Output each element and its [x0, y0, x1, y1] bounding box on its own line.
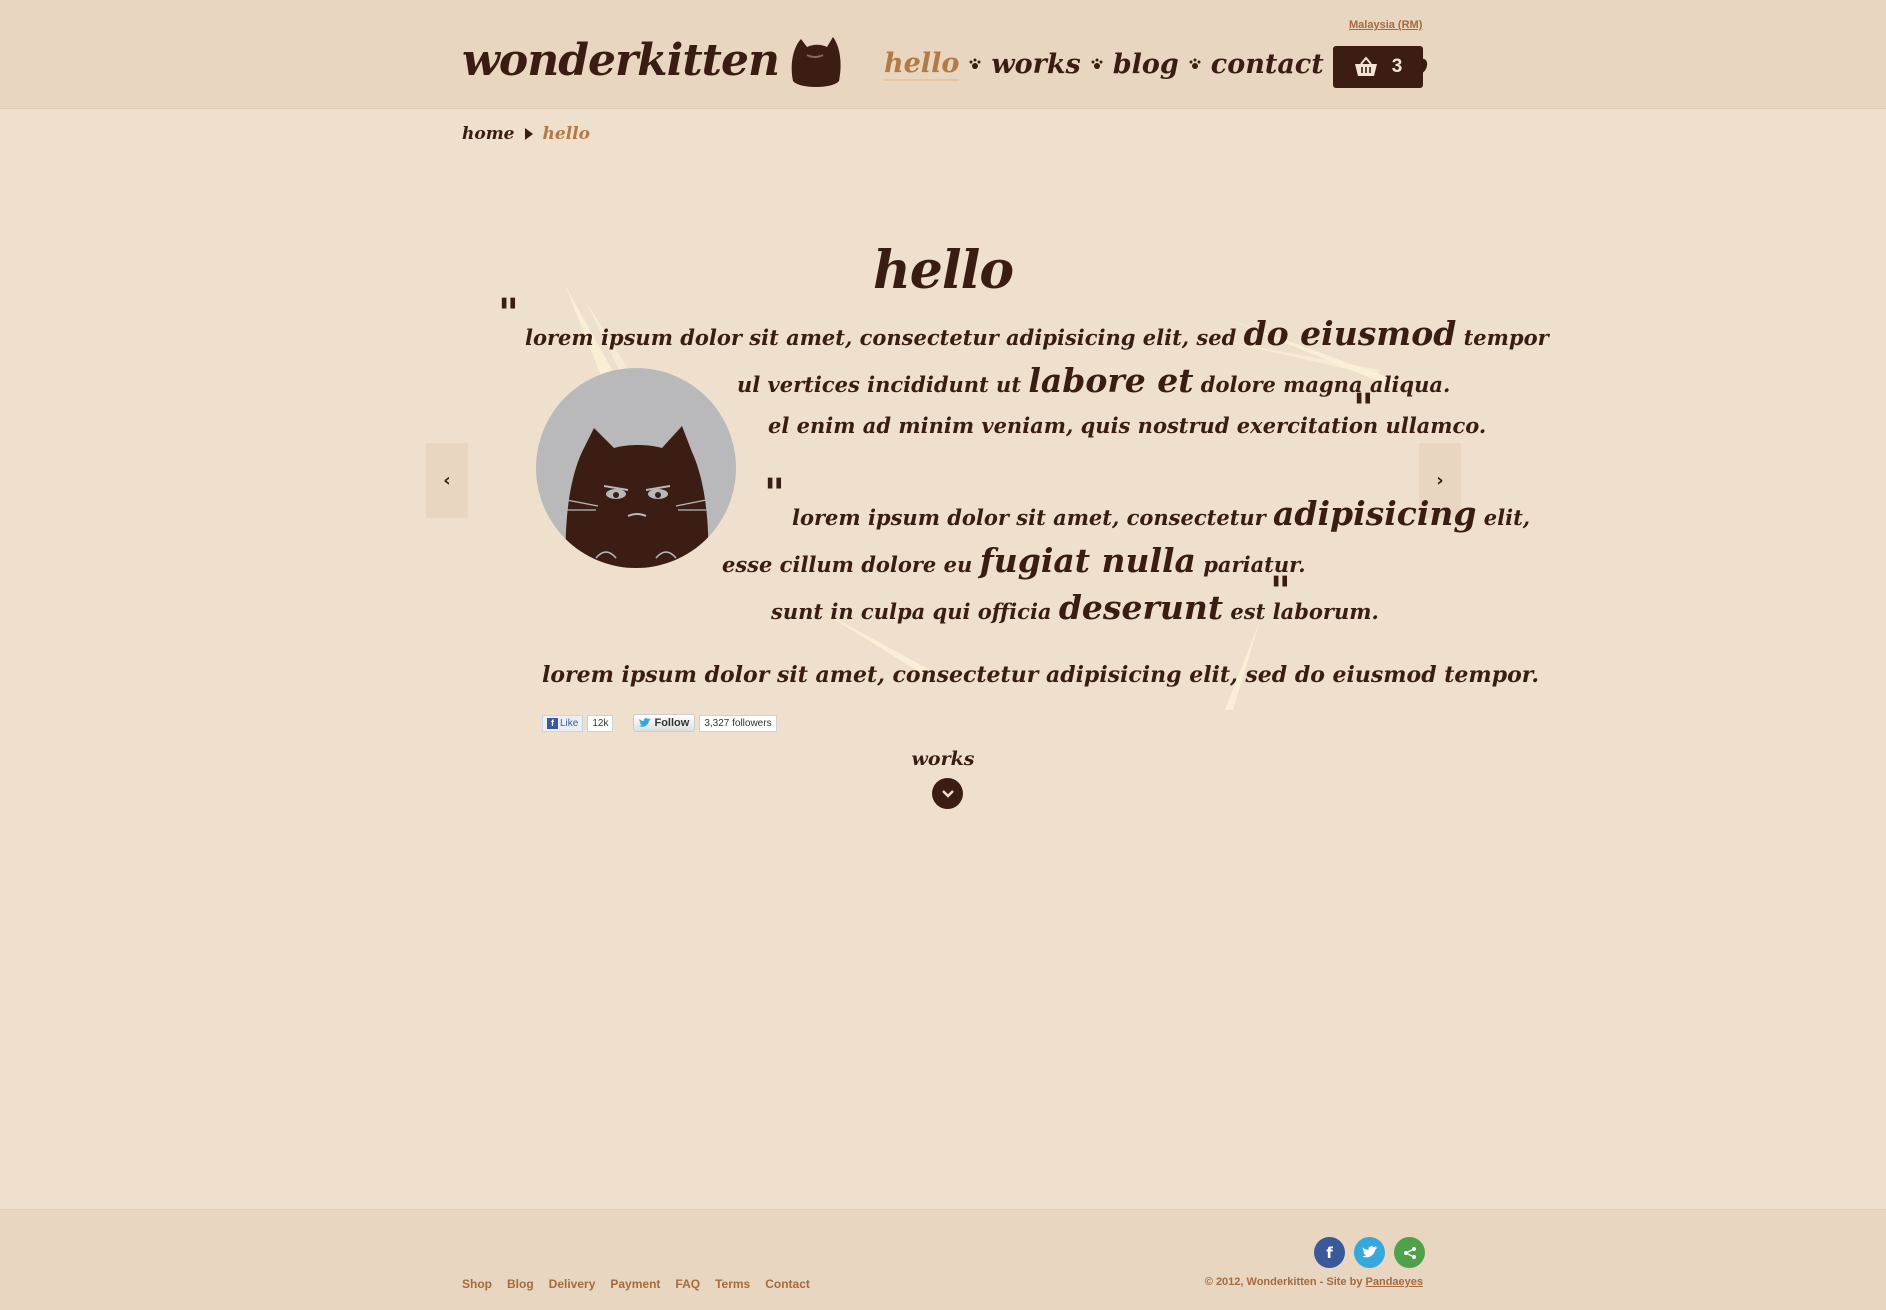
quote1-line1-c: tempor	[1463, 325, 1549, 350]
grumpy-cat-illustration	[554, 426, 718, 568]
social-buttons: f Like 12k Follow 3,327 followers	[542, 714, 777, 732]
facebook-like-count: 12k	[587, 714, 614, 732]
footer-link-delivery[interactable]: Delivery	[549, 1277, 596, 1291]
quote2-line1: lorem ipsum dolor sit amet, consectetur …	[792, 494, 1530, 533]
footer-links: Shop Blog Delivery Payment FAQ Terms Con…	[462, 1277, 810, 1291]
nav-works[interactable]: works	[991, 49, 1080, 80]
quote1-line2: ul vertices incididunt ut labore et dolo…	[737, 361, 1450, 400]
quote2-line3-a: sunt in culpa qui officia	[771, 599, 1052, 624]
region-selector[interactable]: Malaysia (RM)	[1349, 19, 1422, 31]
nav-contact[interactable]: contact	[1211, 49, 1324, 80]
facebook-like-label: Like	[560, 717, 579, 729]
quote-open-mark: "	[764, 470, 785, 517]
prev-slide-button[interactable]: ‹	[426, 443, 468, 518]
facebook-icon: f	[547, 717, 558, 729]
quote2-line1-a: lorem ipsum dolor sit amet, consectetur	[792, 505, 1266, 530]
footer-link-terms[interactable]: Terms	[715, 1277, 750, 1291]
copyright-text: © 2012, Wonderkitten - Site by	[1204, 1276, 1363, 1288]
quote-open-mark: "	[498, 290, 519, 337]
quote2-line2-a: esse cillum dolore eu	[722, 552, 973, 577]
breadcrumb-arrow-icon	[524, 128, 533, 140]
quote1-line2-a: ul vertices incididunt ut	[737, 372, 1022, 397]
footer-link-shop[interactable]: Shop	[462, 1277, 492, 1291]
quote1-line2-emphasis: labore et	[1028, 361, 1194, 400]
quote1-line1: lorem ipsum dolor sit amet, consectetur …	[525, 314, 1549, 353]
nav-blog[interactable]: blog	[1113, 49, 1179, 80]
nav-hello[interactable]: hello	[884, 48, 960, 81]
quote1-line2-c: dolore magna aliqua.	[1200, 372, 1451, 397]
quote2-line3-c: est laborum.	[1230, 599, 1379, 624]
basket-icon	[1354, 56, 1377, 76]
cat-logo-icon	[791, 37, 841, 87]
quote1-line3: el enim ad minim veniam, quis nostrud ex…	[768, 413, 1487, 438]
cart-count: 3	[1391, 56, 1403, 77]
breadcrumb: home hello	[462, 124, 590, 144]
breadcrumb-home[interactable]: home	[462, 124, 515, 144]
paw-icon	[1189, 58, 1201, 69]
footer-link-payment[interactable]: Payment	[610, 1277, 660, 1291]
logo[interactable]: wonderkitten	[462, 30, 845, 90]
cart-button[interactable]: 3	[1333, 46, 1423, 88]
twitter-follow-label: Follow	[654, 717, 690, 729]
quote2-line1-c: elit,	[1483, 505, 1531, 530]
chevron-left-icon: ‹	[443, 470, 451, 491]
lead-text: lorem ipsum dolor sit amet, consectetur …	[542, 662, 1539, 688]
quote1-line1-emphasis: do eiusmod	[1243, 314, 1457, 353]
paw-icon	[969, 58, 981, 69]
logo-text: wonderkitten	[462, 34, 780, 86]
quote-close-mark: "	[1353, 385, 1374, 432]
facebook-like-button[interactable]: f Like	[542, 714, 584, 732]
site-header: Malaysia (RM) wonderkitten hello works b…	[0, 0, 1886, 109]
quote2-line2: esse cillum dolore eu fugiat nulla paria…	[722, 541, 1306, 580]
quote1-line1-a: lorem ipsum dolor sit amet, consectetur …	[525, 325, 1237, 350]
avatar	[536, 368, 736, 568]
quote2-line3-emphasis: deserunt	[1058, 588, 1224, 627]
paw-icon	[1091, 58, 1103, 69]
twitter-bird-icon	[639, 718, 652, 727]
footer-link-faq[interactable]: FAQ	[675, 1277, 700, 1291]
footer-social-icons: f	[1314, 1237, 1425, 1268]
facebook-icon[interactable]: f	[1314, 1237, 1345, 1268]
twitter-follow-button[interactable]: Follow	[633, 714, 696, 732]
works-label: works	[911, 748, 975, 770]
footer-link-contact[interactable]: Contact	[765, 1277, 810, 1291]
footer-link-blog[interactable]: Blog	[507, 1277, 534, 1291]
breadcrumb-current: hello	[542, 124, 590, 144]
site-footer: f Shop Blog Delivery Payment FAQ Terms C…	[0, 1209, 1886, 1310]
credit-link[interactable]: Pandaeyes	[1366, 1276, 1423, 1288]
quote-close-mark: "	[1270, 568, 1291, 615]
twitter-follower-count: 3,327 followers	[699, 714, 777, 732]
scroll-to-works-button[interactable]	[932, 778, 963, 809]
quote2-line1-emphasis: adipisicing	[1273, 494, 1477, 533]
twitter-icon[interactable]	[1354, 1237, 1385, 1268]
quote2-line2-emphasis: fugiat nulla	[979, 541, 1196, 580]
chevron-right-icon: ›	[1436, 470, 1444, 491]
copyright: © 2012, Wonderkitten - Site by Pandaeyes	[1205, 1276, 1423, 1288]
chevron-down-icon	[941, 789, 954, 798]
share-icon[interactable]	[1394, 1237, 1425, 1268]
